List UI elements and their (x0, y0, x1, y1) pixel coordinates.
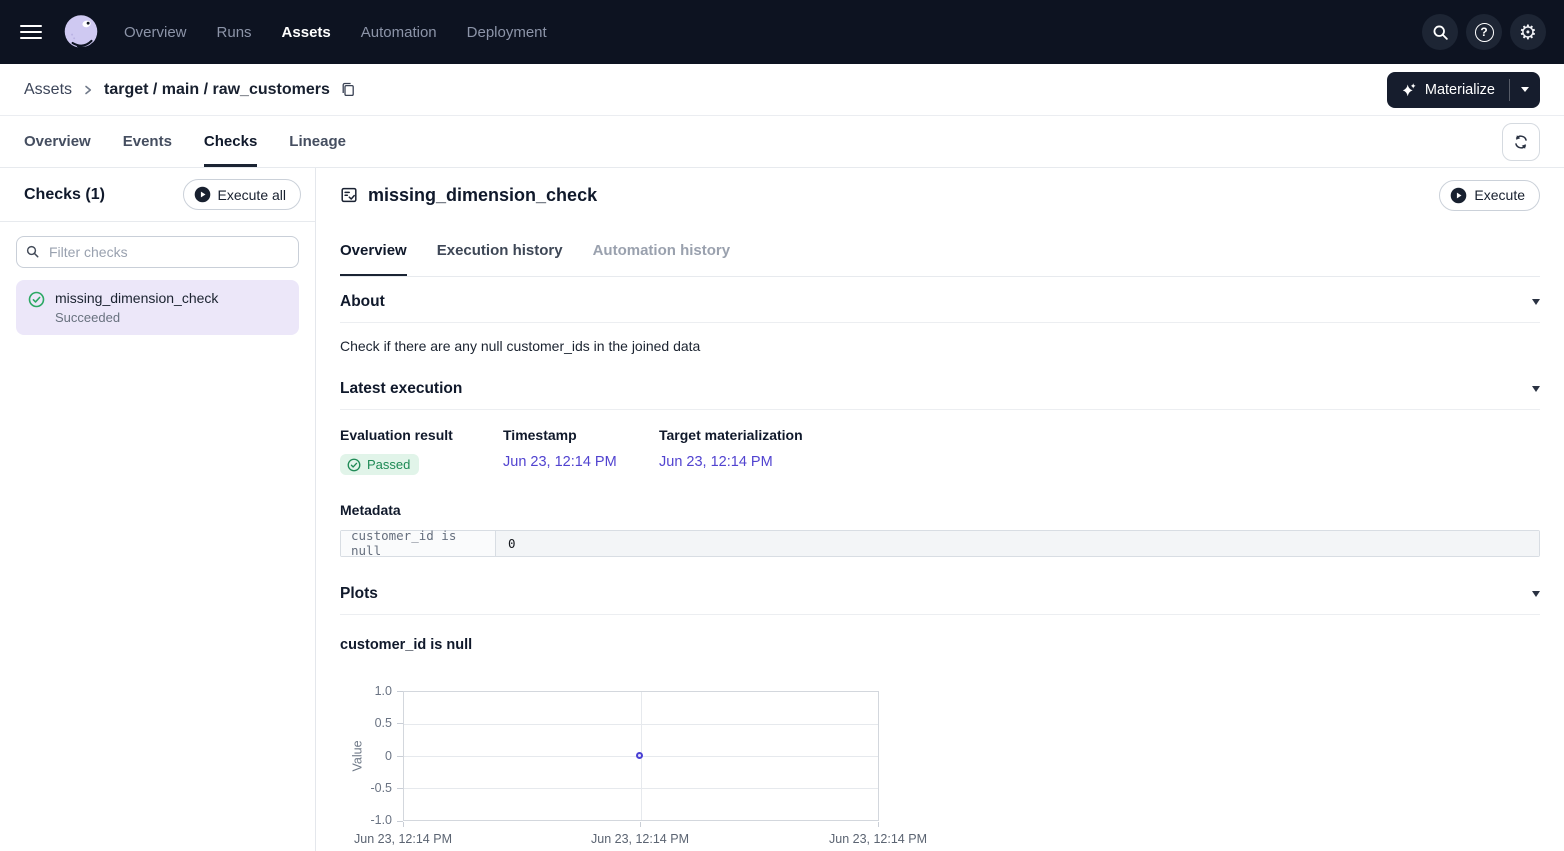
data-point[interactable] (636, 752, 643, 759)
refresh-icon (1513, 134, 1529, 150)
plot-title: customer_id is null (340, 637, 1540, 653)
tab-automation-history[interactable]: Automation history (593, 222, 731, 276)
top-nav-links: Overview Runs Assets Automation Deployme… (124, 24, 547, 41)
check-detail-title: missing_dimension_check (368, 185, 597, 206)
play-icon (194, 186, 211, 203)
chevron-down-icon (1521, 87, 1529, 92)
materialize-split-button: Materialize (1387, 72, 1540, 108)
plots-section-header: Plots (340, 585, 1540, 615)
nav-overview[interactable]: Overview (124, 24, 187, 41)
asset-tabs: Overview Events Checks Lineage (0, 116, 1564, 168)
tab-overview[interactable]: Overview (24, 116, 91, 167)
filter-checks-input[interactable] (16, 236, 299, 268)
checks-panel-title: Checks (1) (24, 186, 105, 204)
tab-events[interactable]: Events (123, 116, 172, 167)
search-button[interactable] (1422, 14, 1458, 50)
nav-runs[interactable]: Runs (217, 24, 252, 41)
settings-button[interactable]: ⚙ (1510, 14, 1546, 50)
collapse-caret-icon[interactable] (1532, 386, 1540, 392)
refresh-button[interactable] (1502, 123, 1540, 161)
y-tick: 1.0 (340, 684, 392, 698)
breadcrumb-bar: Assets target / main / raw_customers Mat… (0, 64, 1564, 116)
y-tick: -1.0 (340, 813, 392, 827)
x-tick: Jun 23, 12:14 PM (338, 832, 468, 846)
check-status: Succeeded (55, 310, 218, 325)
nav-deployment[interactable]: Deployment (467, 24, 547, 41)
y-tick: 0 (340, 749, 392, 763)
metadata-value: 0 (496, 531, 1539, 556)
eval-result-label: Evaluation result (340, 427, 503, 443)
metadata-key: customer_id is null (341, 531, 496, 556)
nav-automation[interactable]: Automation (361, 24, 437, 41)
execute-all-button[interactable]: Execute all (183, 179, 301, 210)
timestamp-label: Timestamp (503, 427, 659, 443)
collapse-caret-icon[interactable] (1532, 591, 1540, 597)
tab-execution-history[interactable]: Execution history (437, 222, 563, 276)
execute-button[interactable]: Execute (1439, 180, 1540, 211)
materialize-button[interactable]: Materialize (1387, 72, 1509, 108)
copy-icon[interactable] (340, 82, 355, 97)
chevron-right-icon (82, 84, 94, 96)
play-icon (1450, 187, 1467, 204)
tab-checks[interactable]: Checks (204, 116, 257, 167)
about-section-header: About (340, 293, 1540, 323)
latest-execution-heading: Latest execution (340, 380, 462, 398)
sparkle-icon (1401, 82, 1417, 98)
check-circle-icon (28, 291, 45, 308)
nav-assets[interactable]: Assets (282, 24, 331, 41)
checks-sidebar: Checks (1) Execute all (0, 168, 316, 851)
search-icon (1432, 24, 1449, 41)
check-detail-panel: missing_dimension_check Execute Overview… (316, 168, 1564, 851)
timestamp-link[interactable]: Jun 23, 12:14 PM (503, 454, 617, 470)
help-icon: ? (1475, 23, 1494, 42)
check-list-item[interactable]: missing_dimension_check Succeeded (16, 280, 299, 335)
menu-icon[interactable] (20, 25, 42, 39)
gear-icon: ⚙ (1519, 22, 1537, 42)
help-button[interactable]: ? (1466, 14, 1502, 50)
latest-execution-section-header: Latest execution (340, 380, 1540, 410)
tab-lineage[interactable]: Lineage (289, 116, 346, 167)
tab-check-overview[interactable]: Overview (340, 222, 407, 276)
check-circle-icon (347, 458, 361, 472)
metadata-table: customer_id is null 0 (340, 530, 1540, 557)
metadata-heading: Metadata (340, 502, 1540, 518)
breadcrumb-asset-path[interactable]: target / main / raw_customers (104, 81, 330, 99)
target-materialization-label: Target materialization (659, 427, 1540, 443)
value-scatter-chart: Value 1.0 0.5 0 -0.5 -1.0 Jun 23, 12:14 … (340, 675, 1540, 845)
y-tick: 0.5 (340, 716, 392, 730)
x-tick: Jun 23, 12:14 PM (575, 832, 705, 846)
search-icon (26, 245, 39, 258)
target-materialization-link[interactable]: Jun 23, 12:14 PM (659, 454, 773, 470)
about-heading: About (340, 293, 385, 311)
materialize-label: Materialize (1425, 82, 1495, 98)
checklist-icon (340, 186, 358, 204)
passed-badge: Passed (340, 454, 419, 475)
dagster-logo-icon[interactable] (60, 11, 102, 53)
x-tick: Jun 23, 12:14 PM (813, 832, 943, 846)
check-name: missing_dimension_check (55, 290, 218, 306)
plot-area (403, 691, 879, 821)
collapse-caret-icon[interactable] (1532, 299, 1540, 305)
about-description: Check if there are any null customer_ids… (340, 338, 1540, 354)
top-nav: Overview Runs Assets Automation Deployme… (0, 0, 1564, 64)
plots-heading: Plots (340, 585, 378, 603)
breadcrumb-assets-link[interactable]: Assets (24, 81, 72, 99)
materialize-dropdown-button[interactable] (1510, 72, 1540, 108)
y-tick: -0.5 (340, 781, 392, 795)
check-detail-tabs: Overview Execution history Automation hi… (340, 222, 1540, 277)
